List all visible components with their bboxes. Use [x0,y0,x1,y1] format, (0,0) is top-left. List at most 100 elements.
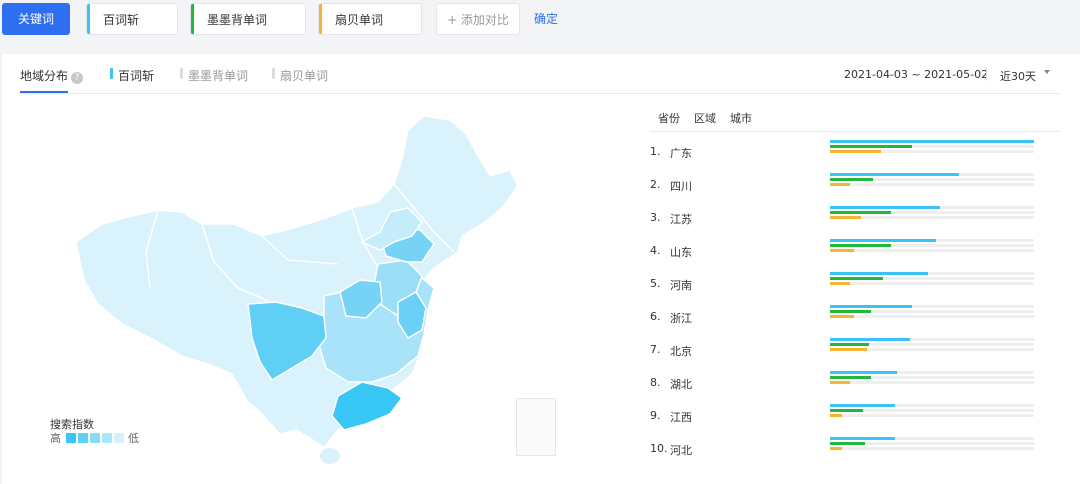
series-tab-shanbay[interactable]: 扇贝单词 [272,67,328,84]
chevron-down-icon[interactable] [1044,70,1050,74]
index-bars [830,272,1034,287]
add-compare-button[interactable]: + 添加对比 [436,3,520,35]
bar-track [830,414,1034,417]
bar-track [830,348,1034,351]
bar-fill [830,282,851,285]
rank-number: 5. [650,277,661,290]
series-marker [110,68,113,79]
keyword-term-label: 扇贝单词 [335,13,384,27]
province-name: 河南 [670,279,692,292]
province-name: 四川 [670,180,692,193]
divider [986,67,987,81]
bar-track [830,211,1034,214]
series-tab-momo[interactable]: 墨墨背单词 [180,67,248,84]
legend-swatch [65,433,76,443]
legend-swatch [77,433,88,443]
index-bars [830,140,1034,155]
legend-swatch [101,433,112,443]
bar-fill [830,338,910,341]
legend: 高 低 [50,430,139,446]
province-name: 河北 [670,444,692,457]
bar-fill [830,183,851,186]
index-bars [830,305,1034,320]
bar-track [830,244,1034,247]
keyword-term-label: 墨墨背单词 [207,13,268,27]
south-china-sea-inset [516,398,556,456]
index-bars [830,173,1034,188]
keyword-term-1[interactable]: 百词斩 [86,3,178,35]
index-bars [830,437,1034,452]
bar-fill [830,437,896,440]
bar-track [830,282,1034,285]
bar-fill [830,348,867,351]
rank-number: 4. [650,244,661,257]
bar-track [830,409,1034,412]
ranking-row: 8. 湖北 [650,369,1060,402]
tab-region-label: 地域分布 [20,69,69,83]
rank-number: 7. [650,343,661,356]
bar-fill [830,272,928,275]
ranking-row: 5. 河南 [650,270,1060,303]
bar-track [830,371,1034,374]
map-outline [75,115,519,450]
ranking-row: 7. 北京 [650,336,1060,369]
index-bars [830,206,1034,221]
bar-fill [830,371,898,374]
bar-fill [830,315,855,318]
bar-track [830,178,1034,181]
series-tab-label: 墨墨背单词 [188,69,249,83]
bar-track [830,183,1034,186]
bar-fill [830,178,873,181]
term-color-marker [191,4,194,34]
bar-track [830,343,1034,346]
province-name: 浙江 [670,312,692,325]
china-map [75,115,519,464]
province-name: 湖北 [670,378,692,391]
tab-region-distribution[interactable]: 地域分布? [20,67,84,84]
ranking-row: 2. 四川 [650,171,1060,204]
bar-track [830,305,1034,308]
index-bars [830,404,1034,419]
tab-area[interactable]: 区域 [694,110,716,126]
rank-number: 6. [650,310,661,323]
bar-track [830,216,1034,219]
bar-fill [830,249,855,252]
ranking-tabs: 省份 区域 城市 [650,106,1060,132]
bar-fill [830,206,941,209]
bar-track [830,272,1034,275]
rank-number: 8. [650,376,661,389]
bar-track [830,310,1034,313]
legend-swatch [89,433,100,443]
legend-high-label: 高 [50,432,61,445]
bar-fill [830,239,937,242]
bar-track [830,249,1034,252]
tab-city[interactable]: 城市 [730,110,752,126]
bar-track [830,315,1034,318]
help-icon[interactable]: ? [71,72,84,84]
series-marker [272,68,275,79]
confirm-link[interactable]: 确定 [534,10,558,27]
series-tab-baicizhan[interactable]: 百词斩 [110,67,154,84]
bar-track [830,381,1034,384]
rank-number: 9. [650,409,661,422]
bar-fill [830,381,851,384]
keyword-term-3[interactable]: 扇贝单词 [318,3,422,35]
bar-fill [830,145,912,148]
legend-low-label: 低 [128,432,139,445]
date-range[interactable]: 2021-04-03 ~ 2021-05-02 [844,68,988,81]
rank-number: 3. [650,211,661,224]
bar-track [830,140,1034,143]
ranking-row: 9. 江西 [650,402,1060,435]
bar-track [830,376,1034,379]
keyword-button[interactable]: 关键词 [2,3,70,35]
index-bars [830,371,1034,386]
tab-province[interactable]: 省份 [658,110,680,126]
province-name: 广东 [670,147,692,160]
bar-fill [830,173,959,176]
term-color-marker [319,4,322,34]
province-name: 北京 [670,345,692,358]
period-select[interactable]: 近30天 [1000,68,1036,84]
keyword-term-2[interactable]: 墨墨背单词 [190,3,306,35]
region-tabs: 地域分布? 百词斩 墨墨背单词 扇贝单词 2021-04-03 ~ 2021-0… [20,54,1060,94]
bar-fill [830,305,912,308]
